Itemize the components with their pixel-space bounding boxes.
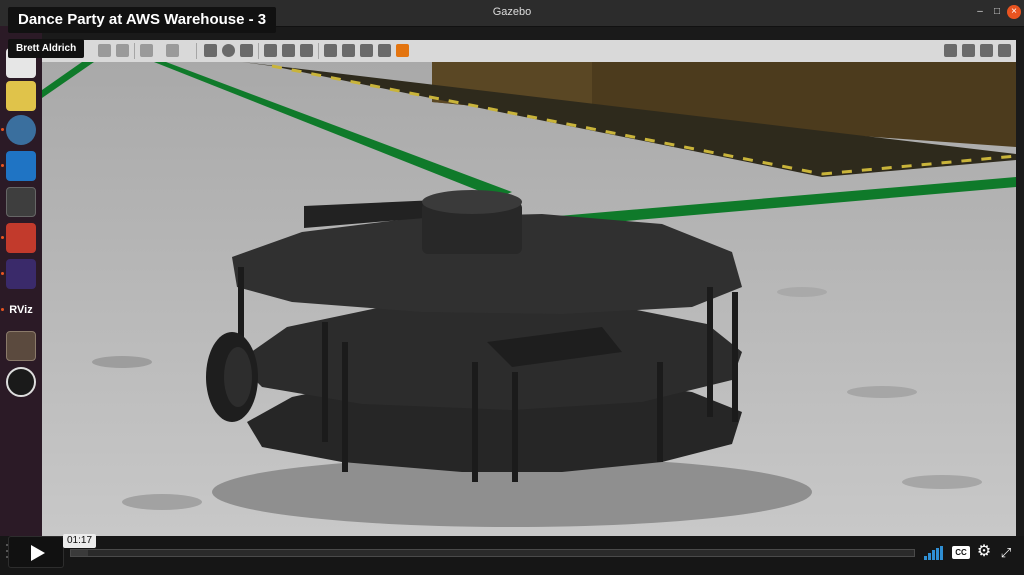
robot-standoff [342, 342, 348, 472]
floor-smudge [902, 475, 982, 489]
robot-standoff [657, 362, 663, 462]
volume-icon[interactable] [924, 546, 944, 560]
closed-captions-button[interactable]: CC [952, 546, 970, 559]
toolbar-separator [196, 43, 197, 59]
gazebo-icon[interactable] [6, 115, 36, 145]
robot-standoff [472, 362, 478, 482]
sphere-shape-icon[interactable] [222, 44, 235, 57]
rotate-icon[interactable] [116, 44, 129, 57]
progress-bar[interactable] [70, 549, 915, 557]
maximize-icon[interactable]: □ [990, 5, 1004, 19]
floor-smudge [777, 287, 827, 297]
robot-standoff [732, 292, 738, 422]
spot-light-icon[interactable] [282, 44, 295, 57]
play-icon [31, 545, 45, 561]
robot-standoff [512, 372, 518, 482]
vscode-icon[interactable] [6, 151, 36, 181]
robot-standoff [707, 287, 713, 417]
xterm-icon[interactable] [6, 259, 36, 289]
play-button[interactable] [8, 536, 64, 568]
robot-wheel-hub [224, 347, 252, 407]
toolbar-separator [258, 43, 259, 59]
close-icon[interactable]: × [1007, 5, 1021, 19]
settings-icon[interactable]: ⚙ [976, 544, 992, 560]
fullscreen-icon[interactable]: ⤢ [998, 545, 1014, 561]
directional-light-icon[interactable] [300, 44, 313, 57]
log-icon[interactable] [962, 44, 975, 57]
robot-standoff [322, 322, 328, 442]
running-indicator [1, 164, 4, 167]
record-icon[interactable] [396, 44, 409, 57]
align-icon[interactable] [360, 44, 373, 57]
video-record-icon[interactable] [998, 44, 1011, 57]
running-indicator [1, 236, 4, 239]
minimize-icon[interactable]: – [973, 5, 987, 19]
copy-icon[interactable] [324, 44, 337, 57]
books-icon[interactable] [6, 331, 36, 361]
point-light-icon[interactable] [264, 44, 277, 57]
gimp-icon[interactable] [6, 81, 36, 111]
screenshot-tool-icon[interactable] [944, 44, 957, 57]
paste-icon[interactable] [342, 44, 355, 57]
progress-fill [71, 550, 88, 556]
video-byline[interactable]: Brett Aldrich [8, 39, 85, 58]
toolbar-separator [134, 43, 135, 59]
obs-icon[interactable] [6, 367, 36, 397]
floor-smudge [847, 386, 917, 398]
box-shape-icon[interactable] [204, 44, 217, 57]
cylinder-shape-icon[interactable] [240, 44, 253, 57]
undo-icon[interactable] [140, 44, 153, 57]
running-indicator [1, 128, 4, 131]
floor-smudge [122, 494, 202, 510]
gazebo-3d-viewport[interactable] [42, 62, 1016, 536]
current-time-badge: 01:17 [63, 534, 97, 548]
video-controls: 01:17 CC ⚙ ⤢ [0, 534, 1024, 575]
floor-smudge [92, 356, 152, 368]
robot-lidar-top [422, 190, 522, 214]
translate-icon[interactable] [98, 44, 111, 57]
running-indicator [1, 272, 4, 275]
running-indicator [1, 308, 4, 311]
ubuntu-dock: RViz [0, 26, 42, 536]
system-monitor-icon[interactable] [6, 187, 36, 217]
plot-icon[interactable] [980, 44, 993, 57]
screenshot-icon[interactable] [6, 223, 36, 253]
redo-icon[interactable] [166, 44, 179, 57]
video-title[interactable]: Dance Party at AWS Warehouse - 3 [8, 7, 277, 33]
gazebo-toolbar [42, 40, 1016, 63]
rviz-icon[interactable]: RViz [6, 295, 36, 325]
toolbar-separator [318, 43, 319, 59]
snap-icon[interactable] [378, 44, 391, 57]
